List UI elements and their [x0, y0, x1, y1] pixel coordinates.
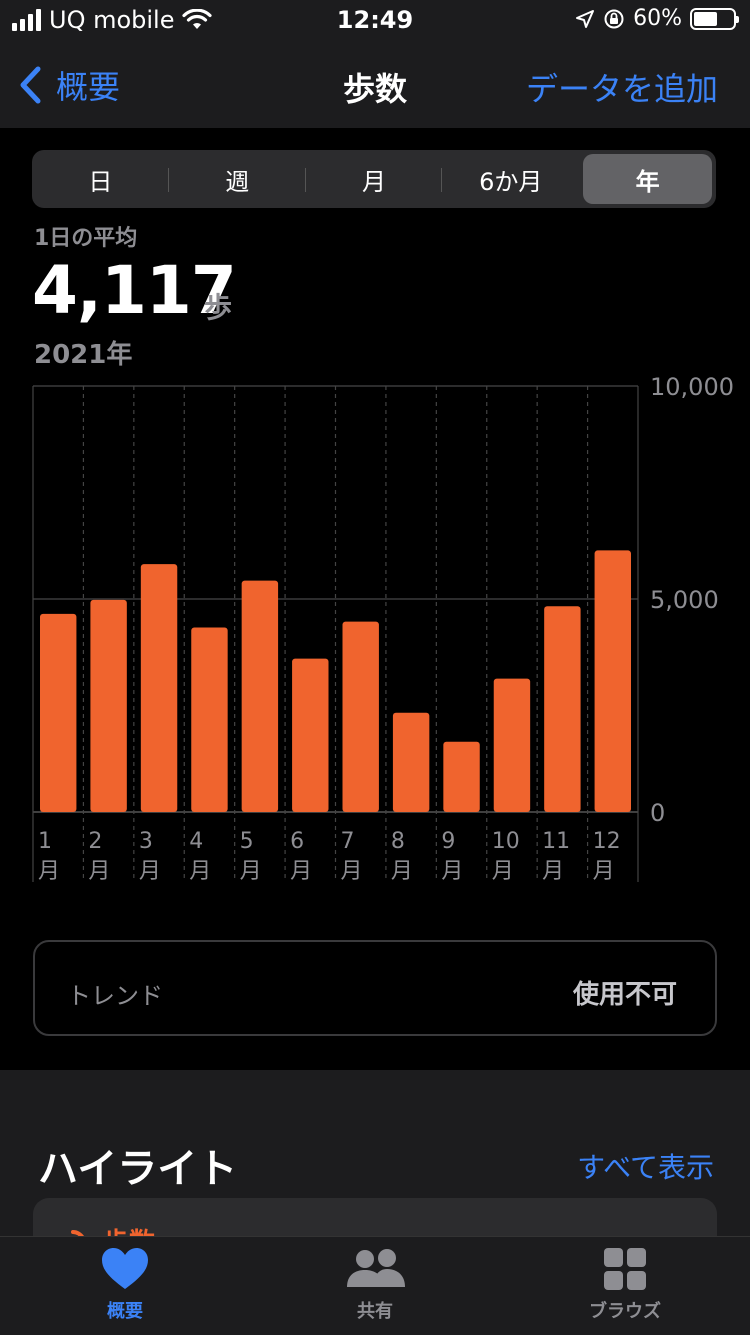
trend-value: 使用不可 [572, 980, 677, 1010]
average-unit: 歩 [204, 291, 233, 324]
x-tick-label-unit: 月 [441, 859, 463, 884]
location-icon [576, 9, 595, 28]
status-bar: UQ mobile 12:49 60% [0, 0, 750, 40]
tab-browse[interactable]: ブラウズ [545, 1247, 705, 1323]
heart-icon [102, 1248, 148, 1289]
bar-12月[interactable] [594, 550, 631, 812]
segment-4[interactable]: 年 [583, 154, 712, 204]
x-tick-label-9月: 9 [441, 829, 455, 854]
x-tick-label-unit: 月 [139, 859, 161, 884]
bar-5月[interactable] [241, 580, 279, 812]
x-tick-label-10月: 10 [492, 829, 520, 854]
period-segmented-control: 日週月 6か月年 [32, 150, 716, 208]
x-tick-label-12月: 12 [593, 829, 621, 854]
x-tick-label-8月: 8 [391, 829, 405, 854]
average-label: 1日の平均 [34, 226, 138, 251]
tab-bar: 概要 共有 ブラウズ [0, 1236, 750, 1335]
battery-percent: 60% [633, 6, 682, 31]
x-tick-label-4月: 4 [189, 829, 203, 854]
x-tick-label-unit: 月 [542, 859, 564, 884]
segment-0[interactable]: 日 [36, 154, 169, 204]
x-tick-label-unit: 月 [593, 859, 615, 884]
x-tick-label-11月: 11 [542, 829, 570, 854]
bar-8月[interactable] [392, 712, 430, 812]
y-tick-label: 0 [650, 799, 665, 827]
x-tick-label-unit: 月 [290, 859, 312, 884]
bar-9月[interactable] [443, 741, 480, 812]
navigation-bar: 概要 歩数 データを追加 [0, 40, 750, 128]
x-tick-label-7月: 7 [341, 829, 355, 854]
y-tick-label: 5,000 [650, 586, 719, 614]
bar-10月[interactable] [493, 678, 531, 812]
bar-11月[interactable] [544, 606, 581, 812]
segment-1[interactable]: 週 [173, 154, 306, 204]
x-tick-label-unit: 月 [88, 859, 110, 884]
grid-icon [604, 1248, 646, 1290]
x-tick-label-unit: 月 [38, 859, 60, 884]
people-icon [347, 1249, 405, 1287]
battery-level [694, 11, 717, 26]
bar-1月[interactable] [40, 613, 77, 812]
x-tick-label-unit: 月 [240, 859, 262, 884]
x-tick-label-1月: 1 [38, 829, 52, 854]
segment-3[interactable]: 6か月 [446, 154, 575, 204]
x-tick-label-unit: 月 [391, 859, 413, 884]
x-tick-label-6月: 6 [290, 829, 304, 854]
show-all-link[interactable]: すべて表示 [577, 1146, 714, 1186]
battery-icon [690, 7, 739, 30]
tab-sharing-label: 共有 [357, 1301, 393, 1322]
x-tick-label-unit: 月 [492, 859, 514, 884]
tab-browse-label: ブラウズ [589, 1301, 661, 1322]
trend-card[interactable]: トレンド 使用不可 [33, 940, 717, 1036]
x-tick-label-5月: 5 [240, 829, 254, 854]
trend-label: トレンド [67, 982, 163, 1010]
bar-3月[interactable] [140, 564, 178, 812]
y-tick-label: 10,000 [650, 373, 734, 401]
add-data-button[interactable]: データを追加 [526, 64, 718, 110]
x-tick-label-3月: 3 [139, 829, 153, 854]
x-tick-label-unit: 月 [189, 859, 211, 884]
segment-2[interactable]: 月 [310, 154, 443, 204]
tab-summary-label: 概要 [107, 1301, 143, 1322]
x-tick-label-unit: 月 [341, 859, 363, 884]
steps-bar-chart[interactable]: 0 5,000 10,000 1 月 2 月 3 月 4 月 5 月 6 月 7 月 8 月 9 月 10 月 11 月 12 月 [0, 370, 750, 890]
bar-7月[interactable] [342, 621, 379, 812]
bar-4月[interactable] [191, 627, 228, 812]
highlights-title: ハイライト [38, 1146, 238, 1192]
tab-summary[interactable]: 概要 [45, 1247, 205, 1323]
rotation-lock-icon [604, 9, 624, 28]
bar-6月[interactable] [292, 658, 329, 812]
tab-sharing[interactable]: 共有 [295, 1247, 455, 1323]
x-tick-label-2月: 2 [88, 829, 102, 854]
bar-2月[interactable] [90, 599, 127, 812]
period-label: 2021年 [34, 340, 133, 370]
